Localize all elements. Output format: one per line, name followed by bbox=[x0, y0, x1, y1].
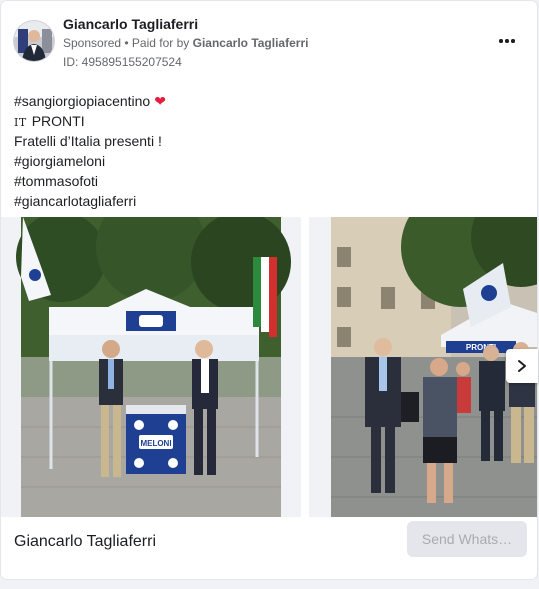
heart-icon: ❤ bbox=[154, 93, 166, 109]
image-carousel: MELONI PRONTI bbox=[1, 217, 537, 517]
slide-1-photo: MELONI bbox=[1, 217, 301, 517]
author-name[interactable]: Giancarlo Tagliaferri bbox=[63, 16, 198, 32]
ad-card: Giancarlo Tagliaferri Sponsored • Paid f… bbox=[1, 1, 537, 579]
hashtag-sangiorgiopiacentino[interactable]: #sangiorgiopiacentino bbox=[14, 93, 150, 109]
footer-page-name[interactable]: Giancarlo Tagliaferri bbox=[14, 533, 156, 551]
hashtag-tommasofoti[interactable]: #tommasofoti bbox=[14, 171, 166, 191]
hashtag-giancarlotagliaferri[interactable]: #giancarlotagliaferri bbox=[14, 191, 166, 211]
carousel-slide-1[interactable]: MELONI bbox=[1, 217, 301, 517]
body-line-pronti: IT PRONTI bbox=[14, 111, 166, 131]
hashtag-giorgiameloni[interactable]: #giorgiameloni bbox=[14, 151, 166, 171]
carousel-slide-2[interactable]: PRONTI bbox=[309, 217, 537, 517]
body-pronti: PRONTI bbox=[31, 113, 85, 129]
chevron-right-icon bbox=[518, 360, 526, 372]
italy-flag-icon: IT bbox=[14, 116, 27, 129]
body-line-hashtag: #sangiorgiopiacentino ❤ bbox=[14, 91, 166, 111]
kiosk-meloni-text: MELONI bbox=[140, 439, 171, 448]
ad-id: ID: 495895155207524 bbox=[63, 55, 182, 69]
paid-for-by-label: Paid for by bbox=[131, 36, 193, 50]
more-horizontal-icon bbox=[499, 39, 503, 43]
body-line-fratelli: Fratelli d’Italia presenti ! bbox=[14, 133, 162, 149]
more-options-button[interactable] bbox=[495, 31, 519, 51]
send-whatsapp-button[interactable]: Send Whats… bbox=[407, 521, 527, 557]
carousel-next-button[interactable] bbox=[506, 349, 538, 383]
meta-separator: • bbox=[121, 36, 132, 50]
slide-2-photo: PRONTI bbox=[309, 217, 537, 517]
payer-name[interactable]: Giancarlo Tagliaferri bbox=[193, 36, 309, 50]
author-avatar[interactable] bbox=[14, 21, 54, 61]
sponsored-line: Sponsored • Paid for by Giancarlo Taglia… bbox=[63, 36, 308, 50]
sponsored-label: Sponsored bbox=[63, 36, 122, 50]
ad-body-text: #sangiorgiopiacentino ❤ IT PRONTI Fratelli… bbox=[14, 91, 166, 211]
